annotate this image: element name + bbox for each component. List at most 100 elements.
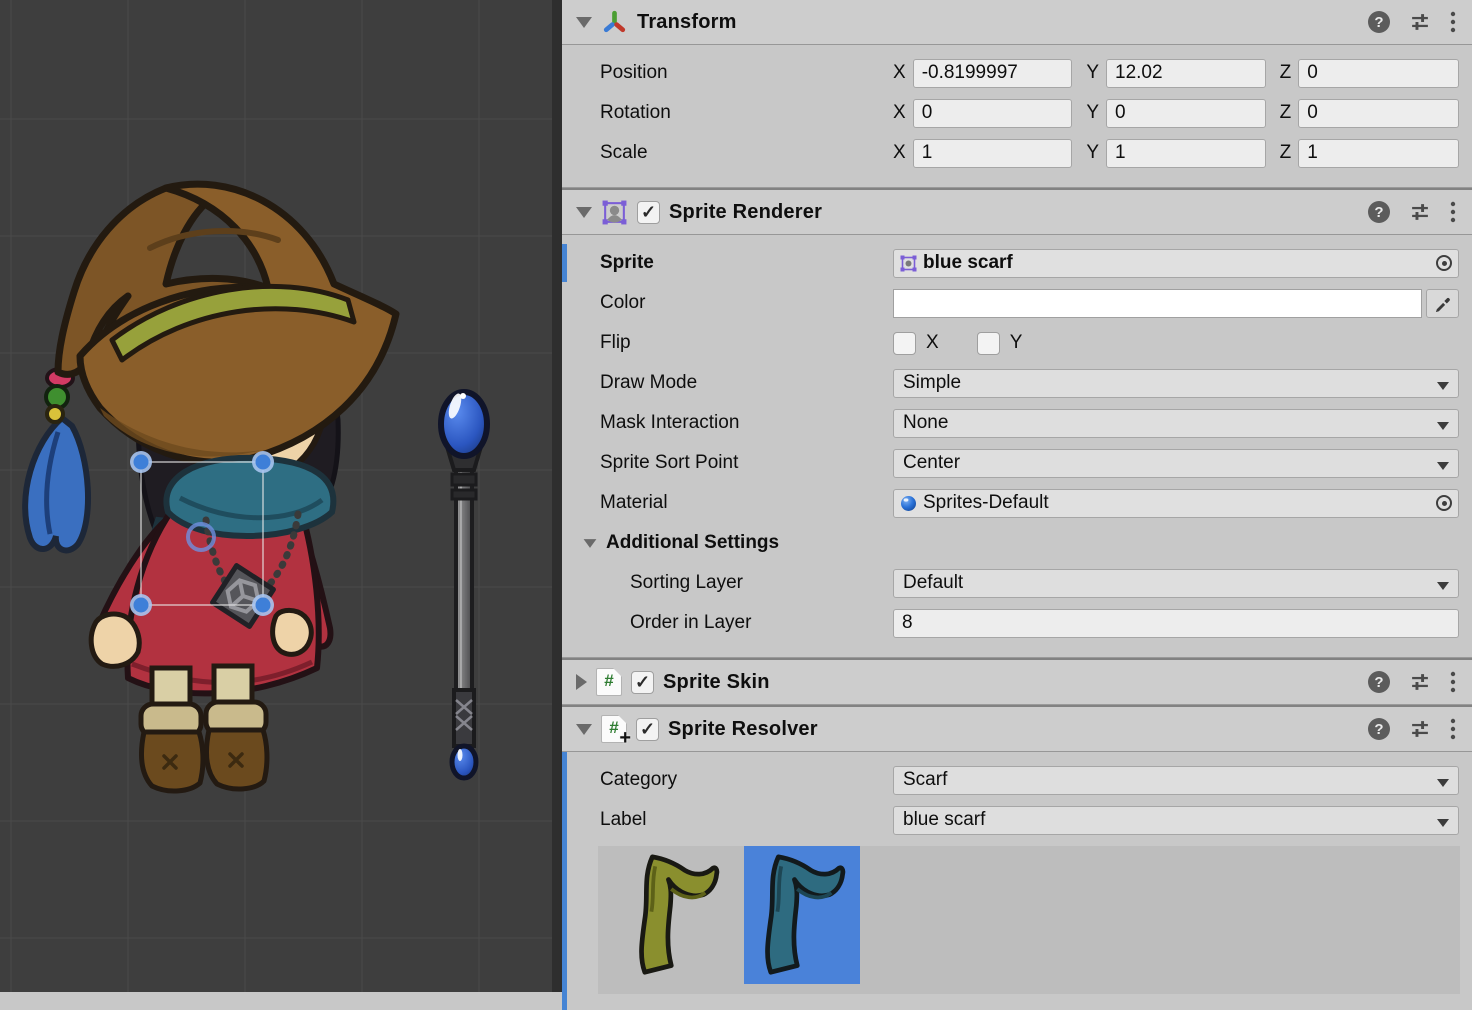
sprite-variant-blue-scarf[interactable] [744,846,860,984]
panel-divider[interactable] [552,0,562,992]
help-icon[interactable]: ? [1368,718,1390,740]
axis-x-label: X [893,62,906,84]
material-object-field[interactable]: Sprites-Default [893,489,1459,518]
axis-y-label: Y [1086,102,1099,124]
enable-checkbox[interactable]: ✓ [636,718,659,741]
help-icon[interactable]: ? [1368,671,1390,693]
additional-settings-row[interactable]: Additional Settings [562,523,1472,563]
sprite-mini-icon [900,255,917,272]
scale-y-field[interactable]: 1 [1106,139,1266,168]
foldout-icon[interactable] [576,17,592,28]
flip-label: Flip [562,332,893,354]
additional-settings-label: Additional Settings [606,532,779,554]
handle-bottom-right [252,594,274,616]
left-hand [91,614,139,666]
draw-mode-dropdown[interactable]: Simple [893,369,1459,398]
kebab-menu-icon[interactable] [1450,11,1456,33]
sprite-resolver-header[interactable]: # + ✓ Sprite Resolver ? [562,707,1472,752]
kebab-menu-icon[interactable] [1450,201,1456,223]
sprite-variant-green-scarf[interactable] [618,846,734,984]
handle-bottom-left [130,594,152,616]
sprite-label: Sprite [562,252,893,274]
presets-icon[interactable] [1410,720,1430,738]
enable-checkbox[interactable]: ✓ [637,201,660,224]
axis-x-label: X [893,102,906,124]
flip-x-label: X [926,332,939,354]
help-icon[interactable]: ? [1368,201,1390,223]
scale-z-field[interactable]: 1 [1298,139,1459,168]
sprite-renderer-icon [601,199,628,226]
axis-y-label: Y [1086,62,1099,84]
material-label: Material [562,492,893,514]
axis-z-label: Z [1280,142,1292,164]
foldout-icon[interactable] [576,207,592,218]
component-title: Sprite Skin [663,671,770,694]
label-dropdown[interactable]: blue scarf [893,806,1459,835]
axis-z-label: Z [1280,62,1292,84]
label-label: Label [562,809,893,831]
presets-icon[interactable] [1410,13,1430,31]
mask-interaction-dropdown[interactable]: None [893,409,1459,438]
position-x-field[interactable]: -0.8199997 [913,59,1073,88]
component-title: Sprite Renderer [669,201,822,224]
flip-y-checkbox[interactable] [977,332,1000,355]
component-title: Transform [637,11,737,34]
sorting-layer-label: Sorting Layer [562,572,893,594]
scale-x-field[interactable]: 1 [913,139,1073,168]
transform-icon [601,9,628,36]
sorting-layer-row: Sorting Layer Default [562,563,1472,603]
sprite-renderer-component: ✓ Sprite Renderer ? Sprite [562,188,1472,658]
enable-checkbox[interactable]: ✓ [631,671,654,694]
kebab-menu-icon[interactable] [1450,718,1456,740]
right-hand [273,610,312,654]
sprite-value: blue scarf [923,252,1430,274]
presets-icon[interactable] [1410,673,1430,691]
resolver-body: Category Scarf Label blue scarf [562,752,1472,1010]
foldout-icon[interactable] [584,539,597,548]
foldout-icon[interactable] [576,674,587,690]
eyedropper-button[interactable] [1426,289,1459,318]
draw-mode-row: Draw Mode Simple [562,363,1472,403]
flip-x-checkbox[interactable] [893,332,916,355]
transform-header[interactable]: Transform ? [562,0,1472,45]
scene-view[interactable] [0,0,562,992]
sprite-row: Sprite blue scarf [562,243,1472,283]
color-swatch[interactable] [893,289,1422,318]
presets-icon[interactable] [1410,203,1430,221]
handle-top-left [130,451,152,473]
category-row: Category Scarf [562,760,1472,800]
sprite-renderer-header[interactable]: ✓ Sprite Renderer ? [562,190,1472,235]
sprite-variant-strip [598,846,1460,994]
transform-component: Transform ? Position X -0.8199997 Y 12.02 [562,0,1472,188]
sprite-object-field[interactable]: blue scarf [893,249,1459,278]
green-scarf-thumbnail [624,851,728,979]
help-icon[interactable]: ? [1368,11,1390,33]
kebab-menu-icon[interactable] [1450,671,1456,693]
scale-row: Scale X1 Y1 Z1 [562,133,1472,173]
position-y-field[interactable]: 12.02 [1106,59,1266,88]
sprite-sort-point-dropdown[interactable]: Center [893,449,1459,478]
category-dropdown[interactable]: Scarf [893,766,1459,795]
hat [58,184,396,462]
foldout-icon[interactable] [576,724,592,735]
axis-x-label: X [893,142,906,164]
rotation-x-field[interactable]: 0 [913,99,1073,128]
color-row: Color [562,283,1472,323]
character-sprite [25,184,396,791]
rotation-y-field[interactable]: 0 [1106,99,1266,128]
object-picker-icon[interactable] [1436,255,1452,271]
order-in-layer-field[interactable]: 8 [893,609,1459,638]
flip-row: Flip X Y [562,323,1472,363]
position-label: Position [562,62,893,84]
inspector-panel: Transform ? Position X -0.8199997 Y 12.02 [562,0,1472,992]
object-picker-icon[interactable] [1436,495,1452,511]
rotation-z-field[interactable]: 0 [1298,99,1459,128]
sprite-skin-header[interactable]: # ✓ Sprite Skin ? [562,660,1472,704]
scale-label: Scale [562,142,893,164]
sorting-layer-dropdown[interactable]: Default [893,569,1459,598]
scarf [166,458,333,536]
sprite-skin-component: # ✓ Sprite Skin ? [562,658,1472,705]
script-plus-icon: # + [601,715,627,743]
position-z-field[interactable]: 0 [1298,59,1459,88]
category-label: Category [562,769,893,791]
